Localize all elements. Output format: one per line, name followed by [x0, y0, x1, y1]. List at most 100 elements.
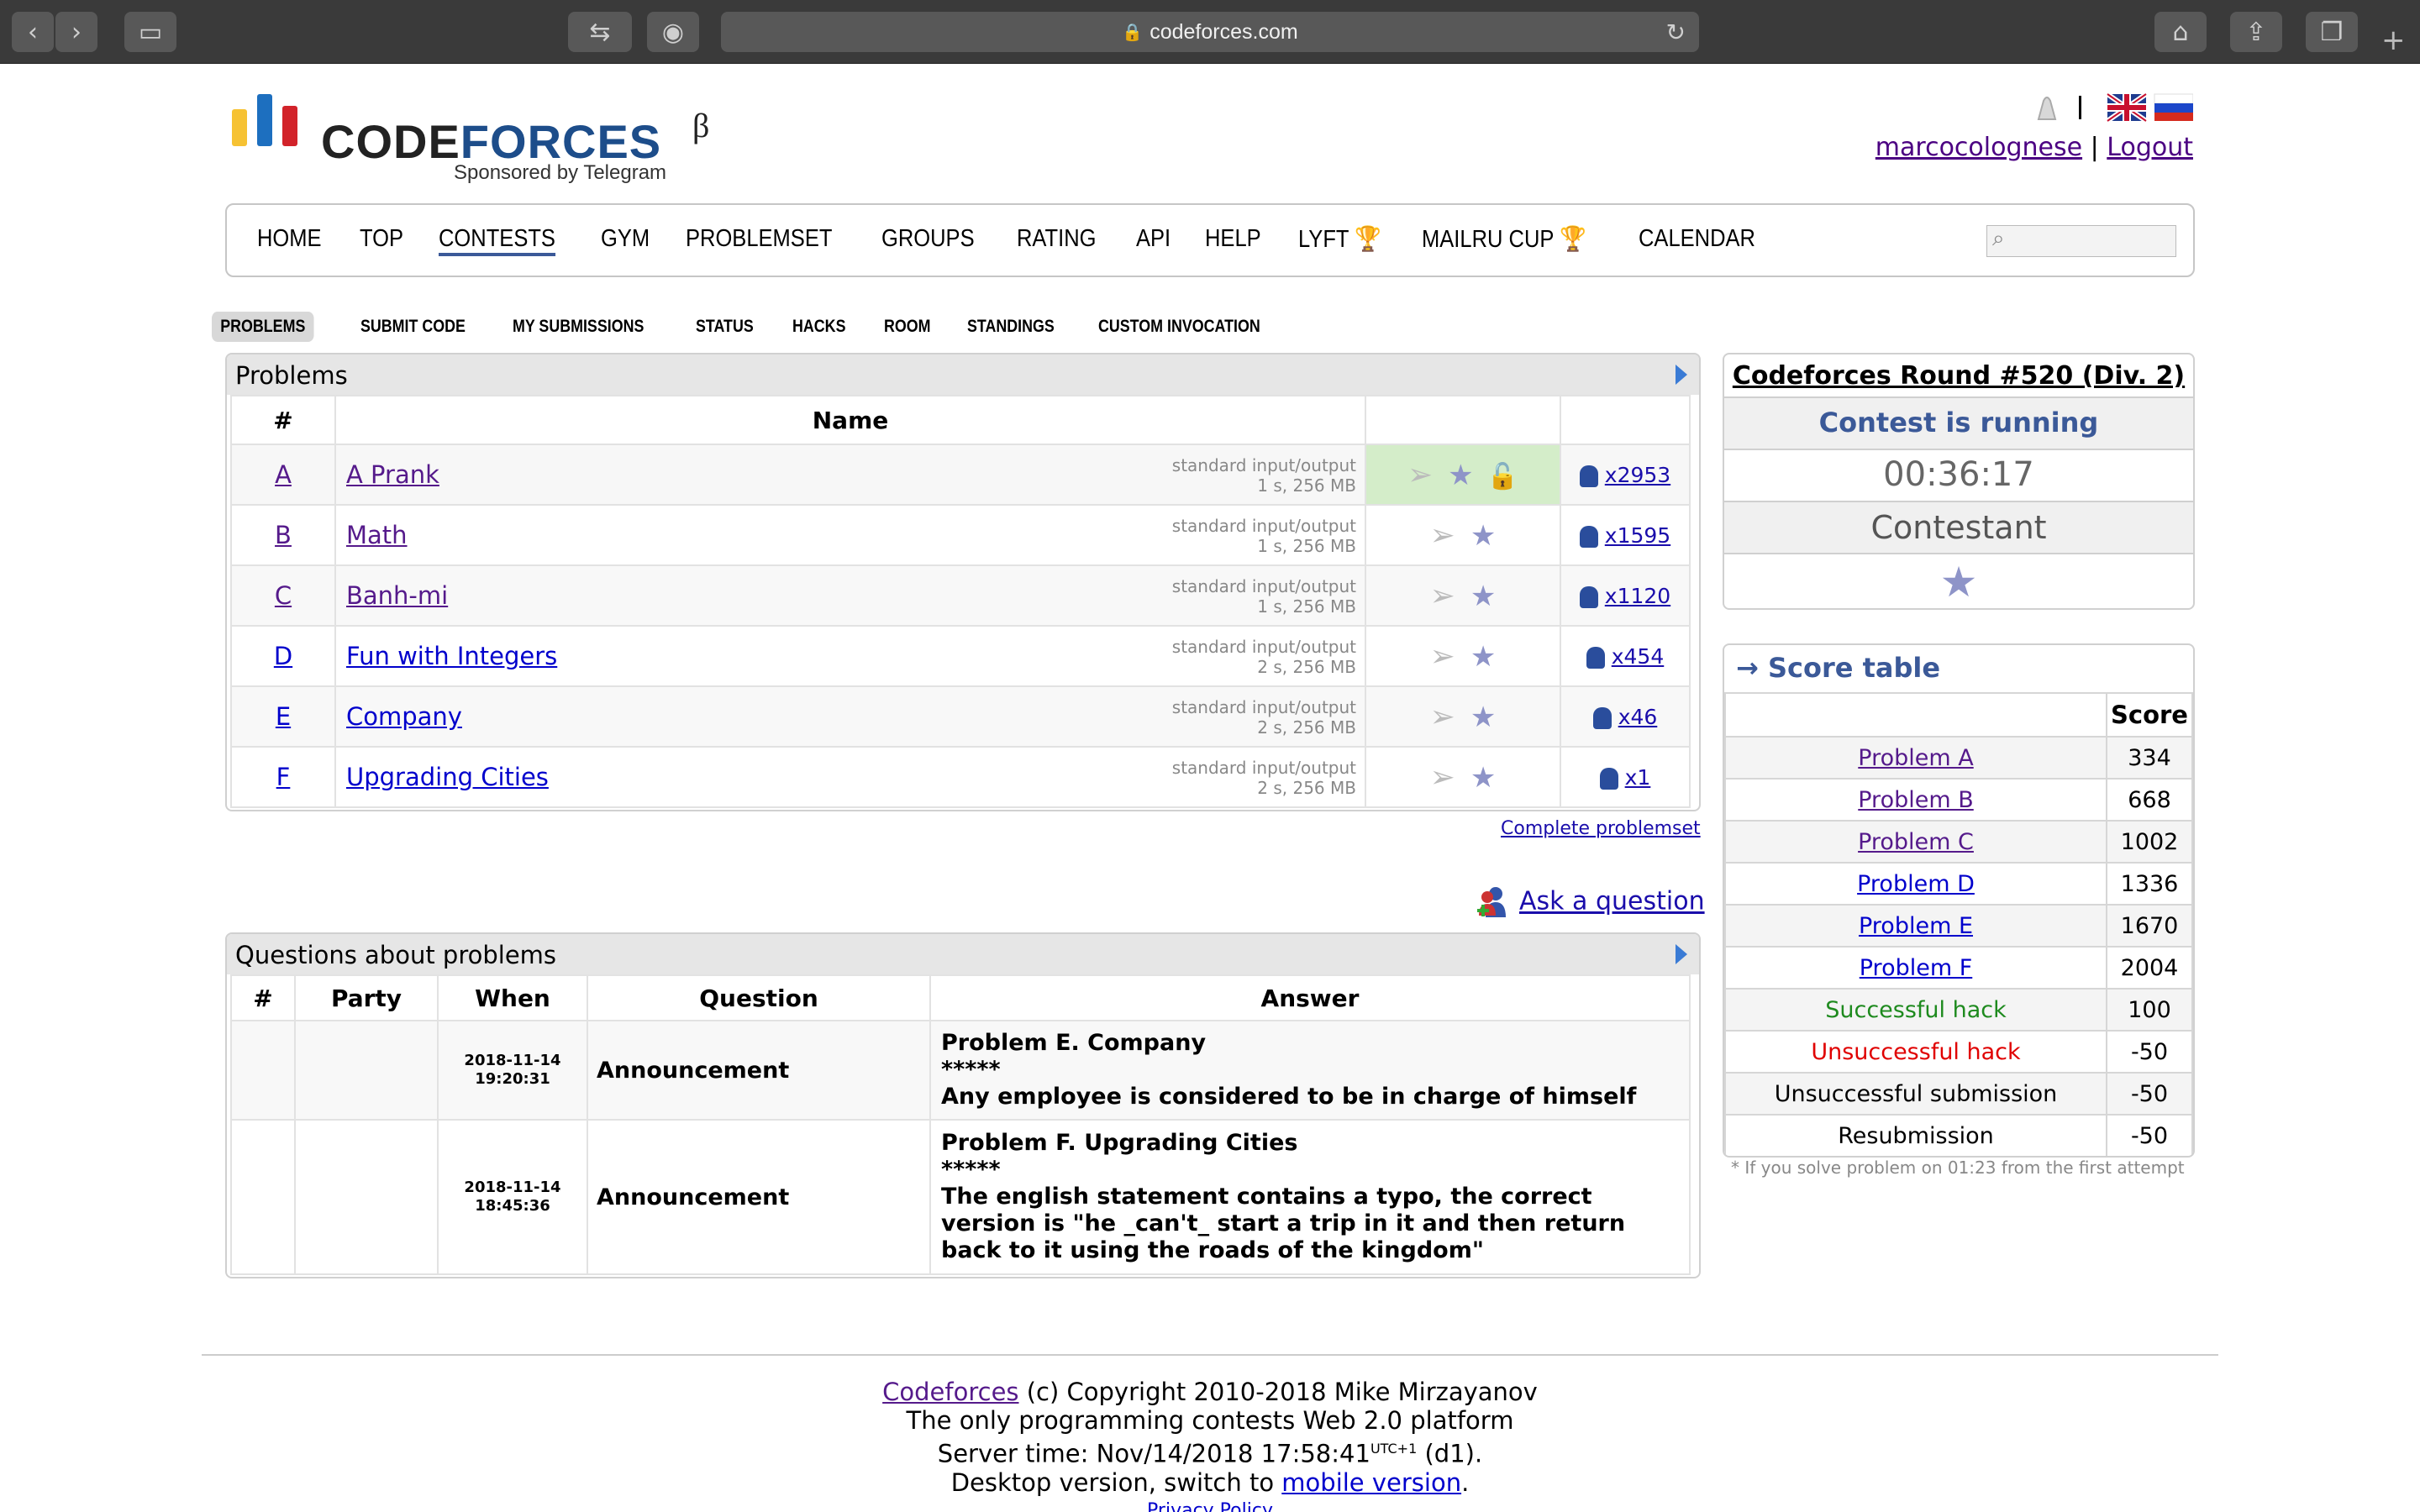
- submenu-standings[interactable]: STANDINGS: [967, 317, 1055, 337]
- problem-index-link[interactable]: F: [276, 763, 291, 791]
- score-row: Problem F 2004: [1724, 946, 2193, 990]
- search-input[interactable]: ⌕: [1986, 225, 2176, 257]
- menu-rating[interactable]: RATING: [1017, 225, 1097, 256]
- submenu-custom-invocation[interactable]: CUSTOM INVOCATION: [1098, 317, 1260, 337]
- menu-contests[interactable]: CONTESTS: [439, 225, 556, 256]
- score-problem-link[interactable]: Problem E: [1859, 913, 1973, 939]
- solved-count-link[interactable]: x2953: [1605, 463, 1670, 487]
- problem-index-link[interactable]: B: [275, 521, 292, 549]
- question-time: 2018-11-14 18:45:36: [437, 1119, 588, 1275]
- codeforces-logo[interactable]: CODEFORCES β Sponsored by Telegram: [232, 94, 736, 198]
- menu-gym[interactable]: GYM: [601, 225, 650, 256]
- col-question: Question: [587, 974, 931, 1021]
- logout-link[interactable]: Logout: [2107, 133, 2193, 162]
- submenu-status[interactable]: STATUS: [696, 317, 754, 337]
- score-row: Unsuccessful hack -50: [1724, 1030, 2193, 1074]
- user-links: marcocolognese | Logout: [1876, 133, 2193, 162]
- submenu-hacks[interactable]: HACKS: [792, 317, 845, 337]
- new-tab-icon[interactable]: +: [2381, 24, 2406, 57]
- solved-count-link[interactable]: x454: [1612, 644, 1665, 669]
- favourite-star-icon[interactable]: ★: [1470, 701, 1496, 734]
- ask-question-link[interactable]: Ask a question: [1519, 887, 1705, 916]
- username-link[interactable]: marcocolognese: [1876, 133, 2082, 162]
- reload-icon[interactable]: ↻: [1666, 18, 1686, 46]
- question-time: 2018-11-14 19:20:31: [437, 1020, 588, 1121]
- score-value: 100: [2106, 988, 2193, 1032]
- problem-name-link[interactable]: Company: [346, 702, 462, 731]
- score-problem-link[interactable]: Problem B: [1858, 787, 1974, 813]
- submit-icon[interactable]: ➢: [1430, 579, 1455, 613]
- favourite-star-icon[interactable]: ★: [1470, 761, 1496, 795]
- contest-title[interactable]: Codeforces Round #520 (Div. 2): [1724, 354, 2193, 398]
- forward-button[interactable]: ›: [55, 12, 97, 52]
- footer-codeforces-link[interactable]: Codeforces: [882, 1378, 1018, 1406]
- menu-api[interactable]: API: [1136, 225, 1171, 256]
- complete-problemset-link[interactable]: Complete problemset: [1501, 818, 1701, 839]
- favourite-star-icon[interactable]: ★: [1470, 580, 1496, 613]
- problem-name-link[interactable]: Upgrading Cities: [346, 763, 549, 791]
- score-table-box: → Score table Score Problem A 334 Problem…: [1723, 643, 2195, 1158]
- problem-index-link[interactable]: E: [276, 702, 291, 731]
- submenu-submit-code[interactable]: SUBMIT CODE: [360, 317, 466, 337]
- solved-count-link[interactable]: x1: [1625, 765, 1651, 790]
- privacy-policy-link[interactable]: Privacy Policy: [1147, 1500, 1273, 1512]
- menu-groups[interactable]: GROUPS: [881, 225, 975, 256]
- problem-name-link[interactable]: Math: [346, 521, 408, 549]
- score-problem-link[interactable]: Problem C: [1858, 829, 1974, 855]
- menu-mailru-cup[interactable]: MAILRU CUP 🏆: [1422, 225, 1586, 256]
- expand-arrow-icon[interactable]: [1676, 365, 1687, 385]
- score-problem-link[interactable]: Problem F: [1860, 955, 1973, 981]
- user-icon: [1579, 525, 1598, 548]
- tabs-button[interactable]: ❐: [2306, 12, 2358, 52]
- submit-icon[interactable]: ➢: [1430, 760, 1455, 795]
- share-button[interactable]: ⇪: [2230, 12, 2282, 52]
- submit-icon[interactable]: ➢: [1430, 639, 1455, 674]
- contest-timer: 00:36:17: [1724, 450, 2193, 502]
- favourite-star-icon[interactable]: ★: [1724, 554, 2193, 608]
- score-value: 668: [2106, 778, 2193, 822]
- menu-top[interactable]: TOP: [360, 225, 403, 256]
- solved-count-link[interactable]: x46: [1618, 705, 1658, 729]
- favourite-star-icon[interactable]: ★: [1470, 519, 1496, 553]
- contest-submenu: PROBLEMS SUBMIT CODE MY SUBMISSIONS STAT…: [212, 311, 1318, 343]
- sidebar-toggle-button[interactable]: ▭: [124, 12, 176, 52]
- score-row: Unsuccessful submission -50: [1724, 1072, 2193, 1116]
- problem-index-link[interactable]: C: [275, 581, 292, 610]
- unlocked-icon[interactable]: 🔓: [1487, 462, 1518, 491]
- reader-button[interactable]: ⇆: [568, 12, 632, 52]
- submit-icon[interactable]: ➢: [1430, 518, 1455, 553]
- address-bar[interactable]: 🔒 codeforces.com ↻: [721, 12, 1699, 52]
- submit-icon[interactable]: ➢: [1430, 700, 1455, 734]
- score-value: 1670: [2106, 904, 2193, 948]
- submenu-room[interactable]: ROOM: [884, 317, 931, 337]
- problem-index-link[interactable]: D: [274, 642, 292, 670]
- submit-icon[interactable]: ➢: [1407, 458, 1433, 492]
- score-problem-link[interactable]: Problem A: [1858, 745, 1973, 771]
- menu-calendar[interactable]: CALENDAR: [1639, 225, 1755, 256]
- menu-help[interactable]: HELP: [1205, 225, 1261, 256]
- problem-name-link[interactable]: A Prank: [346, 460, 439, 489]
- score-problem-link[interactable]: Problem D: [1857, 871, 1975, 897]
- problem-index-link[interactable]: A: [275, 460, 292, 489]
- solved-count-link[interactable]: x1120: [1605, 584, 1670, 608]
- favourite-star-icon[interactable]: ★: [1448, 459, 1473, 492]
- submenu-my-submissions[interactable]: MY SUBMISSIONS: [513, 317, 644, 337]
- menu-lyft[interactable]: LYFT 🏆: [1298, 225, 1381, 256]
- problem-limits: standard input/output 1 s, 256 MB: [1171, 455, 1356, 496]
- extension-button[interactable]: ◉: [647, 12, 699, 52]
- chevron-left-icon: ‹: [28, 17, 38, 47]
- score-row: Problem D 1336: [1724, 862, 2193, 906]
- problem-name-link[interactable]: Fun with Integers: [346, 642, 557, 670]
- back-button[interactable]: ‹: [12, 12, 54, 52]
- home-button[interactable]: ⌂: [2154, 12, 2207, 52]
- ask-question[interactable]: Ask a question: [1474, 884, 1705, 921]
- expand-arrow-icon[interactable]: [1676, 944, 1687, 964]
- menu-problemset[interactable]: PROBLEMSET: [686, 225, 832, 256]
- submenu-problems[interactable]: PROBLEMS: [212, 312, 314, 342]
- problem-name-link[interactable]: Banh-mi: [346, 581, 448, 610]
- favourite-star-icon[interactable]: ★: [1470, 640, 1496, 674]
- mobile-version-link[interactable]: mobile version: [1281, 1468, 1461, 1497]
- solved-count-link[interactable]: x1595: [1605, 523, 1670, 548]
- problem-limits: standard input/output 2 s, 256 MB: [1171, 697, 1356, 738]
- menu-home[interactable]: HOME: [257, 225, 322, 256]
